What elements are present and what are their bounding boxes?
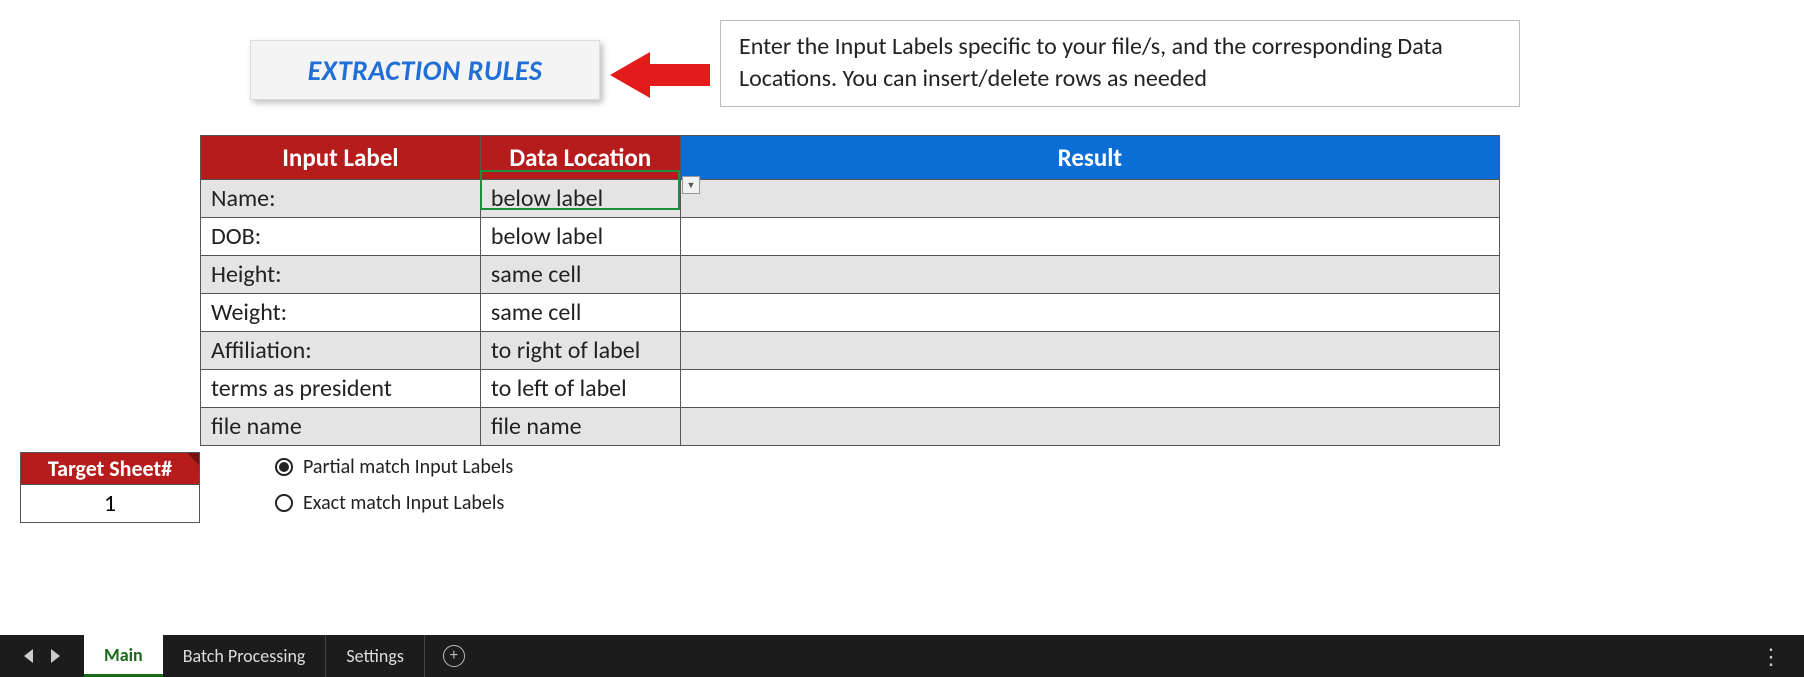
sheet-nav-arrows xyxy=(0,635,84,677)
cell-data-location[interactable]: to right of label xyxy=(480,332,680,370)
table-row[interactable]: Weight: same cell xyxy=(201,294,1500,332)
table-row[interactable]: Name: below label xyxy=(201,180,1500,218)
target-sheet-box: Target Sheet# 1 xyxy=(20,452,200,523)
target-sheet-header: Target Sheet# xyxy=(20,452,200,485)
table-row[interactable]: terms as president to left of label xyxy=(201,370,1500,408)
tab-label: Main xyxy=(104,644,143,666)
col-header-result: Result xyxy=(680,136,1499,180)
radio-exact-match[interactable]: Exact match Input Labels xyxy=(275,491,513,515)
radio-label: Exact match Input Labels xyxy=(303,491,504,515)
tab-main[interactable]: Main xyxy=(84,635,163,677)
cell-result[interactable] xyxy=(680,180,1499,218)
radio-partial-match[interactable]: Partial match Input Labels xyxy=(275,455,513,479)
tab-batch-processing[interactable]: Batch Processing xyxy=(163,635,327,677)
cell-data-location[interactable]: below label xyxy=(480,180,680,218)
radio-label: Partial match Input Labels xyxy=(303,455,513,479)
cell-data-location[interactable]: to left of label xyxy=(480,370,680,408)
cell-result[interactable] xyxy=(680,294,1499,332)
radio-icon xyxy=(275,494,293,512)
tab-label: Batch Processing xyxy=(183,645,306,667)
sheet-tab-bar: Main Batch Processing Settings + ⋮ xyxy=(0,635,1804,677)
extraction-rules-title: EXTRACTION RULES xyxy=(250,40,600,100)
cell-data-location[interactable]: below label xyxy=(480,218,680,256)
sheet-next-button[interactable] xyxy=(51,649,60,663)
table-row[interactable]: DOB: below label xyxy=(201,218,1500,256)
cell-input-label[interactable]: Weight: xyxy=(201,294,481,332)
cell-input-label[interactable]: file name xyxy=(201,408,481,446)
kebab-icon: ⋮ xyxy=(1760,643,1782,670)
cell-input-label[interactable]: terms as president xyxy=(201,370,481,408)
arrow-left-icon xyxy=(610,50,710,100)
cell-input-label[interactable]: Name: xyxy=(201,180,481,218)
match-mode-radios: Partial match Input Labels Exact match I… xyxy=(275,455,513,527)
cell-input-label[interactable]: Affiliation: xyxy=(201,332,481,370)
cell-result[interactable] xyxy=(680,218,1499,256)
cell-result[interactable] xyxy=(680,332,1499,370)
cell-result[interactable] xyxy=(680,256,1499,294)
cell-result[interactable] xyxy=(680,408,1499,446)
cell-input-label[interactable]: Height: xyxy=(201,256,481,294)
cell-input-label[interactable]: DOB: xyxy=(201,218,481,256)
col-header-input-label: Input Label xyxy=(201,136,481,180)
help-text: Enter the Input Labels specific to your … xyxy=(720,20,1520,107)
target-sheet-value[interactable]: 1 xyxy=(20,485,200,523)
cell-data-location[interactable]: file name xyxy=(480,408,680,446)
add-sheet-button[interactable]: + xyxy=(425,635,483,677)
plus-icon: + xyxy=(443,645,465,667)
cell-data-location[interactable]: same cell xyxy=(480,256,680,294)
rules-tbody: Name: below label DOB: below label Heigh… xyxy=(201,180,1500,446)
table-row[interactable]: Height: same cell xyxy=(201,256,1500,294)
col-header-data-location: Data Location xyxy=(480,136,680,180)
sheet-prev-button[interactable] xyxy=(24,649,33,663)
dropdown-button[interactable]: ▼ xyxy=(682,176,700,194)
tab-label: Settings xyxy=(346,645,404,667)
tab-overflow-button[interactable]: ⋮ xyxy=(1738,635,1804,677)
extraction-rules-table: Input Label Data Location Result Name: b… xyxy=(200,135,1500,446)
table-row[interactable]: file name file name xyxy=(201,408,1500,446)
tab-settings[interactable]: Settings xyxy=(326,635,425,677)
cell-data-location[interactable]: same cell xyxy=(480,294,680,332)
table-row[interactable]: Affiliation: to right of label xyxy=(201,332,1500,370)
cell-result[interactable] xyxy=(680,370,1499,408)
radio-icon xyxy=(275,458,293,476)
chevron-down-icon: ▼ xyxy=(687,180,696,191)
